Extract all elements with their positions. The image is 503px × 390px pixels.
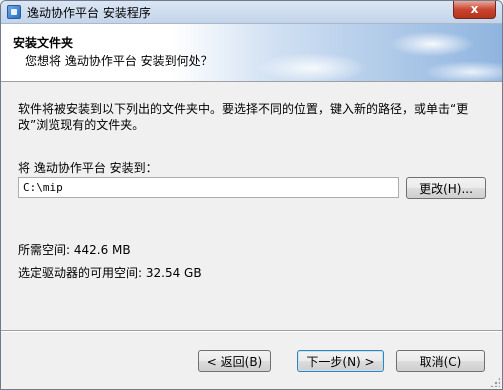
title-bar[interactable]: 逸动协作平台 安装程序 x (1, 1, 502, 24)
back-button[interactable]: < 返回(B) (198, 350, 271, 372)
cancel-button[interactable]: 取消(C) (396, 350, 485, 372)
page-title: 安装文件夹 (13, 36, 74, 50)
installer-window: 逸动协作平台 安装程序 x 安装文件夹 您想将 逸动协作平台 安装到何处？ 软件… (0, 0, 503, 390)
instructions-text: 软件将被安装到以下列出的文件夹中。要选择不同的位置，键入新的路径，或单击“更改”… (18, 102, 469, 132)
header-sky-graphic (172, 24, 502, 81)
next-button[interactable]: 下一步(N) > (297, 350, 384, 372)
app-icon (7, 5, 21, 19)
footer-divider (1, 330, 502, 332)
window-title: 逸动协作平台 安装程序 (27, 6, 151, 20)
space-available-text: 选定驱动器的可用空间: 32.54 GB (18, 266, 202, 280)
resize-grip-icon[interactable] (490, 377, 500, 387)
install-path-label: 将 逸动协作平台 安装到： (18, 161, 158, 175)
space-required-text: 所需空间: 442.6 MB (18, 243, 131, 257)
page-subtitle: 您想将 逸动协作平台 安装到何处？ (25, 54, 213, 68)
install-path-input[interactable] (18, 177, 399, 198)
wizard-header: 安装文件夹 您想将 逸动协作平台 安装到何处？ (1, 24, 502, 82)
change-folder-button[interactable]: 更改(H)... (406, 177, 486, 199)
close-button[interactable]: x (453, 1, 496, 19)
